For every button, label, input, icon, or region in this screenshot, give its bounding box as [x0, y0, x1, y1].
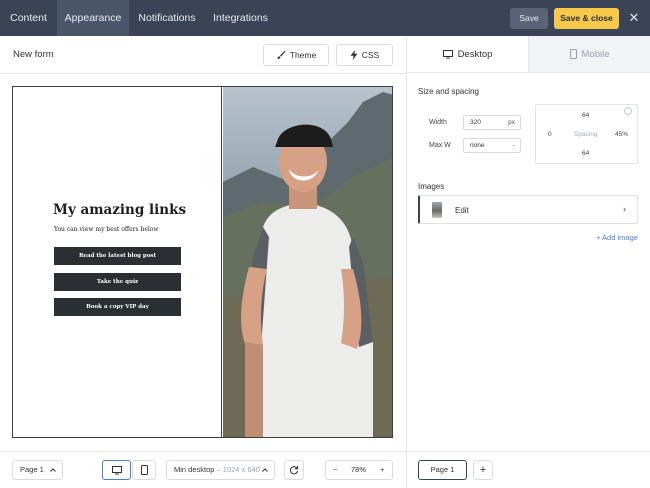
preview-headline[interactable]: My amazing links: [53, 202, 186, 218]
spacing-bottom-input[interactable]: 64: [582, 150, 589, 157]
page-select-value: Page 1: [20, 465, 44, 474]
zoom-in-button[interactable]: +: [380, 461, 384, 479]
tab-desktop[interactable]: Desktop: [407, 36, 528, 73]
monitor-icon: [112, 466, 122, 475]
page-select[interactable]: Page 1: [12, 460, 63, 480]
zoom-value: 78%: [351, 465, 367, 474]
preview-photo[interactable]: [223, 87, 393, 437]
min-desktop-label: Min desktop: [174, 465, 215, 474]
add-image-link[interactable]: + Add image: [596, 233, 638, 242]
theme-button-label: Theme: [289, 50, 317, 60]
bolt-icon: [350, 50, 358, 60]
min-desktop-size: – 1024 x 640: [216, 465, 260, 474]
tab-mobile-label: Mobile: [581, 49, 610, 60]
spacing-left-input[interactable]: 0: [548, 131, 552, 138]
width-value: 320: [470, 119, 481, 126]
zoom-out-button[interactable]: −: [333, 461, 337, 479]
mobile-view-button[interactable]: [132, 460, 156, 480]
refresh-button[interactable]: [284, 460, 304, 480]
phone-icon: [569, 49, 577, 59]
image-edit-label: Edit: [455, 206, 469, 215]
css-button-label: CSS: [361, 50, 380, 60]
tab-content[interactable]: Content: [0, 0, 57, 36]
spacing-label: Spacing: [574, 131, 598, 138]
preview-button-quiz[interactable]: Take the quiz: [54, 273, 181, 291]
image-thumbnail: [432, 202, 442, 218]
form-preview-canvas[interactable]: My amazing links You can view my best of…: [12, 86, 393, 438]
top-nav-bar: Content Appearance Notifications Integra…: [0, 0, 650, 36]
tab-mobile[interactable]: Mobile: [528, 36, 650, 73]
tab-notifications[interactable]: Notifications: [129, 0, 205, 36]
save-button[interactable]: Save: [510, 8, 548, 29]
css-button[interactable]: CSS: [336, 44, 393, 66]
width-label: Width: [429, 119, 447, 126]
close-icon[interactable]: ✕: [626, 10, 642, 26]
preview-content-column: My amazing links You can view my best of…: [13, 87, 222, 437]
tab-integrations[interactable]: Integrations: [205, 0, 276, 36]
min-desktop-select[interactable]: Min desktop – 1024 x 640: [166, 460, 275, 480]
width-unit[interactable]: px: [508, 116, 515, 129]
info-icon[interactable]: [624, 107, 632, 115]
theme-button[interactable]: Theme: [263, 44, 329, 66]
monitor-icon: [442, 50, 453, 59]
page-tab-1[interactable]: Page 1: [418, 460, 467, 480]
chevron-right-icon: ›: [623, 204, 626, 214]
maxw-select[interactable]: none -: [463, 138, 521, 153]
maxw-dropdown-icon: -: [512, 142, 515, 149]
image-item[interactable]: Edit ›: [418, 195, 638, 224]
zoom-control: − 78% +: [325, 460, 393, 480]
save-close-button[interactable]: Save & close: [554, 8, 619, 29]
preview-button-blog[interactable]: Read the latest blog post: [54, 247, 181, 265]
preview-button-vip[interactable]: Book a copy VIP day: [54, 298, 181, 316]
spacing-top-input[interactable]: 64: [582, 112, 589, 119]
size-spacing-heading: Size and spacing: [418, 87, 479, 96]
width-input[interactable]: 320 px: [463, 115, 521, 130]
header-divider: [0, 73, 406, 74]
chevron-up-icon: [262, 468, 268, 472]
images-heading: Images: [418, 182, 445, 191]
tab-appearance[interactable]: Appearance: [57, 0, 129, 36]
spacing-right-input[interactable]: 45%: [615, 131, 628, 138]
refresh-icon: [289, 466, 299, 475]
maxw-label: Max W: [429, 142, 451, 149]
tab-desktop-label: Desktop: [457, 49, 493, 60]
form-name: New form: [13, 49, 54, 60]
maxw-value: none: [470, 142, 485, 149]
panel-divider: [406, 36, 407, 488]
add-page-button[interactable]: +: [473, 460, 493, 480]
brush-icon: [277, 50, 286, 59]
desktop-view-button[interactable]: [102, 460, 131, 480]
bottom-divider: [0, 451, 650, 452]
phone-icon: [141, 465, 148, 475]
preview-subline[interactable]: You can view my best offers below: [54, 226, 159, 233]
chevron-up-icon: [50, 468, 56, 472]
